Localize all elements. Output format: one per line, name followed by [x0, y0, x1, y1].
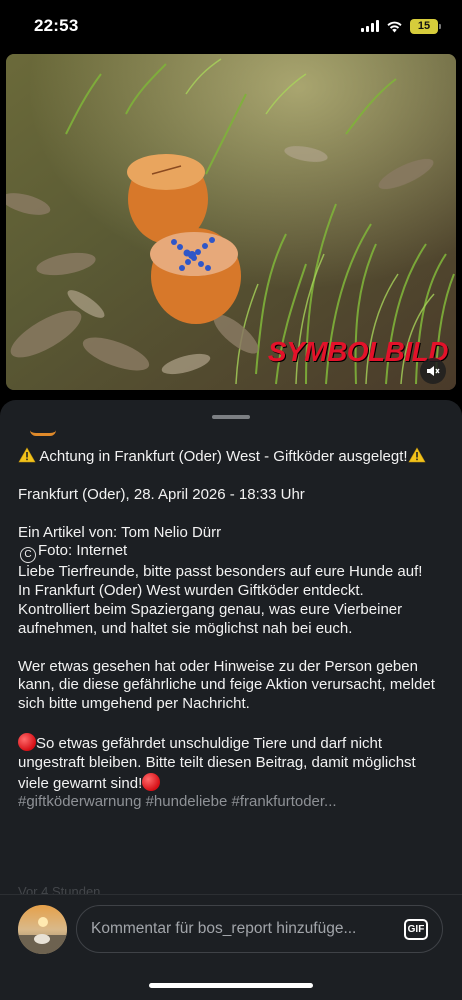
caption-photo-credit-line: C Foto: Internet	[18, 542, 438, 564]
caption-hashtags[interactable]: #giftköderwarnung #hundeliebe #frankfurt…	[18, 793, 438, 812]
comment-input[interactable]: Kommentar für bos_report hinzufüge... GI…	[76, 905, 443, 953]
comment-bar: Kommentar für bos_report hinzufüge... GI…	[0, 894, 462, 1000]
copyright-icon: C	[20, 547, 36, 564]
speaker-muted-icon	[427, 366, 440, 376]
drag-handle[interactable]	[212, 415, 250, 419]
user-avatar-image	[18, 905, 67, 954]
home-indicator[interactable]	[149, 983, 313, 988]
battery-level: 15	[417, 20, 431, 32]
post-media[interactable]: SYMBOLBILD	[6, 54, 456, 390]
post-caption: Achtung in Frankfurt (Oder) West - Giftk…	[18, 447, 438, 812]
caption-location-date: Frankfurt (Oder), 28. April 2026 - 18:33…	[18, 485, 305, 503]
status-icons: 15	[361, 18, 441, 34]
gif-button[interactable]: GIF	[404, 918, 428, 940]
caption-paragraph-1: Liebe Tierfreunde, bitte passt besonders…	[18, 563, 423, 637]
battery-icon: 15	[410, 18, 441, 34]
comment-placeholder: Kommentar für bos_report hinzufüge...	[91, 920, 357, 937]
status-time: 22:53	[34, 16, 79, 35]
caption-paragraph-2: Wer etwas gesehen hat oder Hinweise zu d…	[18, 657, 435, 713]
caption-sheet[interactable]: Achtung in Frankfurt (Oder) West - Giftk…	[0, 400, 462, 1000]
red-circle-icon	[18, 732, 36, 751]
user-avatar[interactable]	[18, 905, 67, 954]
red-circle-icon	[142, 772, 161, 791]
caption-title: Achtung in Frankfurt (Oder) West - Giftk…	[18, 447, 438, 467]
author-avatar-peek	[30, 430, 56, 436]
mute-button[interactable]	[420, 358, 446, 384]
caption-photo-credit: Foto: Internet	[38, 542, 128, 560]
caption-paragraph-3-line: So etwas gefährdet unschuldige Tiere und…	[18, 732, 438, 793]
caption-author: Ein Artikel von: Tom Nelio Dürr	[18, 523, 222, 541]
caption-paragraph-3: So etwas gefährdet unschuldige Tiere und…	[18, 734, 416, 792]
caption-title-text: Achtung in Frankfurt (Oder) West - Giftk…	[39, 448, 408, 465]
warning-icon	[408, 447, 426, 463]
status-bar: 22:53 15	[0, 0, 462, 52]
wifi-icon	[387, 21, 402, 32]
cellular-signal-icon	[361, 20, 379, 32]
warning-icon	[18, 447, 36, 463]
